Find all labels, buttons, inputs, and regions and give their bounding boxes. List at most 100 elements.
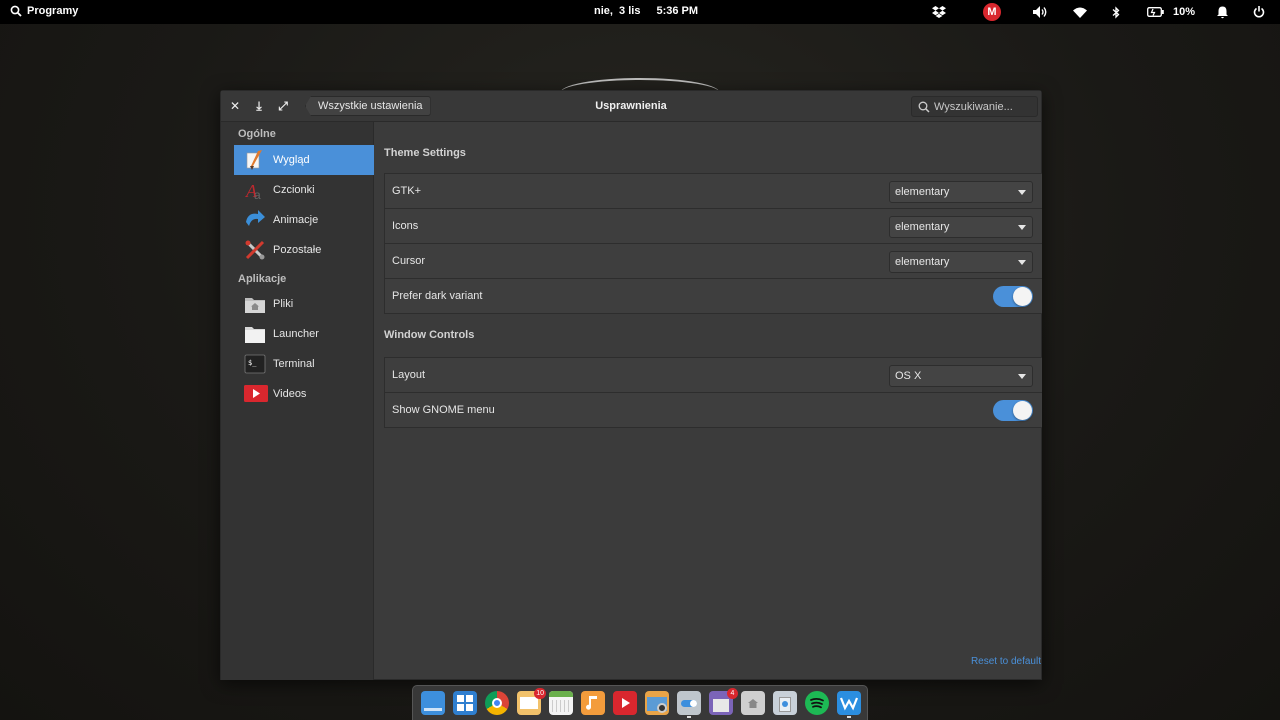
- misc-icon: [244, 239, 266, 261]
- settings-icon[interactable]: [677, 691, 701, 718]
- section-title-window-controls: Window Controls: [384, 329, 475, 341]
- videos-icon[interactable]: [613, 691, 637, 715]
- notifications-icon[interactable]: [1215, 4, 1229, 20]
- setting-row-dark-variant: Prefer dark variant: [385, 279, 1042, 313]
- sidebar-item-fonts[interactable]: Aa Czcionki: [234, 175, 374, 205]
- music-icon[interactable]: [581, 691, 605, 715]
- dropdown-arrow-icon: [1018, 374, 1026, 379]
- dropdown-value: elementary: [895, 186, 950, 198]
- dropdown-value: elementary: [895, 221, 950, 233]
- sidebar-item-launcher[interactable]: Launcher: [234, 319, 374, 349]
- setting-row-gnome-menu: Show GNOME menu: [385, 393, 1042, 427]
- search-input[interactable]: [934, 100, 1034, 113]
- appcenter-badge: 4: [727, 688, 738, 699]
- files-icon: [244, 293, 266, 315]
- dropdown-arrow-icon: [1018, 260, 1026, 265]
- battery-percentage[interactable]: 10%: [1173, 4, 1195, 20]
- dark-variant-switch[interactable]: [993, 286, 1033, 307]
- gtk-theme-dropdown[interactable]: elementary: [889, 181, 1033, 203]
- mega-icon[interactable]: M: [983, 3, 1001, 21]
- running-indicator: [687, 716, 691, 718]
- sidebar-item-misc[interactable]: Pozostałe: [234, 235, 374, 265]
- search-icon: [918, 101, 930, 113]
- sidebar-item-label: Animacje: [273, 214, 319, 226]
- titlebar: ✕ ⤓ ⤢ Wszystkie ustawienia Usprawnienia: [221, 91, 1041, 122]
- sidebar: Ogólne Wygląd Aa Czcionki Animacje Pozos…: [221, 122, 374, 680]
- sidebar-item-label: Pozostałe: [273, 244, 322, 256]
- sidebar-item-animations[interactable]: Animacje: [234, 205, 374, 235]
- time-label: 5:36 PM: [656, 5, 699, 17]
- switch-knob: [1013, 287, 1032, 306]
- dropbox-icon[interactable]: [931, 4, 947, 20]
- appearance-icon: [244, 149, 266, 171]
- sidebar-item-terminal[interactable]: $_ Terminal: [234, 349, 374, 379]
- sidebar-item-files[interactable]: Pliki: [234, 289, 374, 319]
- dropdown-value: OS X: [895, 370, 922, 382]
- workspaces-icon[interactable]: [453, 691, 477, 715]
- dock: 10 4: [412, 685, 868, 720]
- dropdown-value: elementary: [895, 256, 950, 268]
- setting-label: Icons: [392, 220, 419, 232]
- videos-icon: [244, 383, 268, 405]
- setting-row-icons: Icons elementary: [385, 209, 1042, 244]
- wps-writer-icon[interactable]: [837, 691, 861, 718]
- system-tray: M 10%: [920, 0, 1280, 24]
- theme-settings-group: GTK+ elementary Icons elementary Cursor …: [384, 173, 1042, 314]
- setting-label: Layout: [392, 369, 426, 381]
- setting-label: Cursor: [392, 255, 426, 267]
- multitasking-icon[interactable]: [421, 691, 445, 715]
- applications-menu[interactable]: Programy: [10, 5, 78, 17]
- trash-icon[interactable]: [773, 691, 797, 715]
- sidebar-item-label: Wygląd: [273, 154, 310, 166]
- sidebar-item-label: Czcionki: [273, 184, 315, 196]
- wifi-icon[interactable]: [1072, 4, 1088, 20]
- sidebar-item-label: Videos: [273, 388, 307, 400]
- search-field[interactable]: [911, 96, 1038, 117]
- chrome-icon[interactable]: [485, 691, 509, 715]
- calendar-icon[interactable]: [549, 691, 573, 715]
- sidebar-item-appearance[interactable]: Wygląd: [234, 145, 374, 175]
- setting-row-cursor: Cursor elementary: [385, 244, 1042, 279]
- svg-text:$_: $_: [248, 359, 257, 367]
- top-panel: Programy nie, 3 lis 5:36 PM M 10%: [0, 0, 1280, 24]
- section-title-theme: Theme Settings: [384, 147, 466, 159]
- sidebar-item-label: Launcher: [273, 328, 319, 340]
- bluetooth-icon[interactable]: [1110, 4, 1122, 20]
- spotify-icon[interactable]: [805, 691, 829, 715]
- files-icon[interactable]: [741, 691, 765, 715]
- window-controls-group: Layout OS X Show GNOME menu: [384, 357, 1042, 428]
- settings-content: Theme Settings GTK+ elementary Icons ele…: [375, 122, 1042, 680]
- launcher-icon: [244, 323, 266, 345]
- reset-to-default-link[interactable]: Reset to default: [971, 656, 1041, 667]
- sidebar-item-videos[interactable]: Videos: [234, 379, 374, 409]
- icon-theme-dropdown[interactable]: elementary: [889, 216, 1033, 238]
- cursor-theme-dropdown[interactable]: elementary: [889, 251, 1033, 273]
- running-indicator: [847, 716, 851, 718]
- mail-icon[interactable]: 10: [517, 688, 546, 715]
- gnome-menu-switch[interactable]: [993, 400, 1033, 421]
- search-icon: [10, 5, 22, 17]
- datetime-indicator[interactable]: nie, 3 lis 5:36 PM: [594, 5, 698, 17]
- photos-icon[interactable]: [645, 691, 669, 715]
- switch-knob: [1013, 401, 1032, 420]
- fonts-icon: Aa: [244, 179, 266, 202]
- sidebar-item-label: Terminal: [273, 358, 315, 370]
- power-icon[interactable]: [1252, 4, 1266, 20]
- setting-label: Prefer dark variant: [392, 290, 483, 302]
- mail-badge: 10: [534, 688, 546, 699]
- setting-row-gtk: GTK+ elementary: [385, 174, 1042, 209]
- sidebar-header-general: Ogólne: [238, 128, 276, 140]
- appcenter-icon[interactable]: 4: [709, 688, 738, 715]
- dropdown-arrow-icon: [1018, 190, 1026, 195]
- battery-icon[interactable]: [1146, 4, 1164, 20]
- tweaks-window: ✕ ⤓ ⤢ Wszystkie ustawienia Usprawnienia …: [220, 90, 1042, 680]
- setting-label: GTK+: [392, 185, 422, 197]
- layout-dropdown[interactable]: OS X: [889, 365, 1033, 387]
- volume-icon[interactable]: [1033, 4, 1049, 20]
- dropdown-arrow-icon: [1018, 225, 1026, 230]
- setting-label: Show GNOME menu: [392, 404, 495, 416]
- applications-label: Programy: [27, 5, 79, 17]
- sidebar-item-label: Pliki: [273, 298, 294, 310]
- terminal-icon: $_: [244, 353, 266, 375]
- date-label: nie, 3 lis: [594, 5, 641, 17]
